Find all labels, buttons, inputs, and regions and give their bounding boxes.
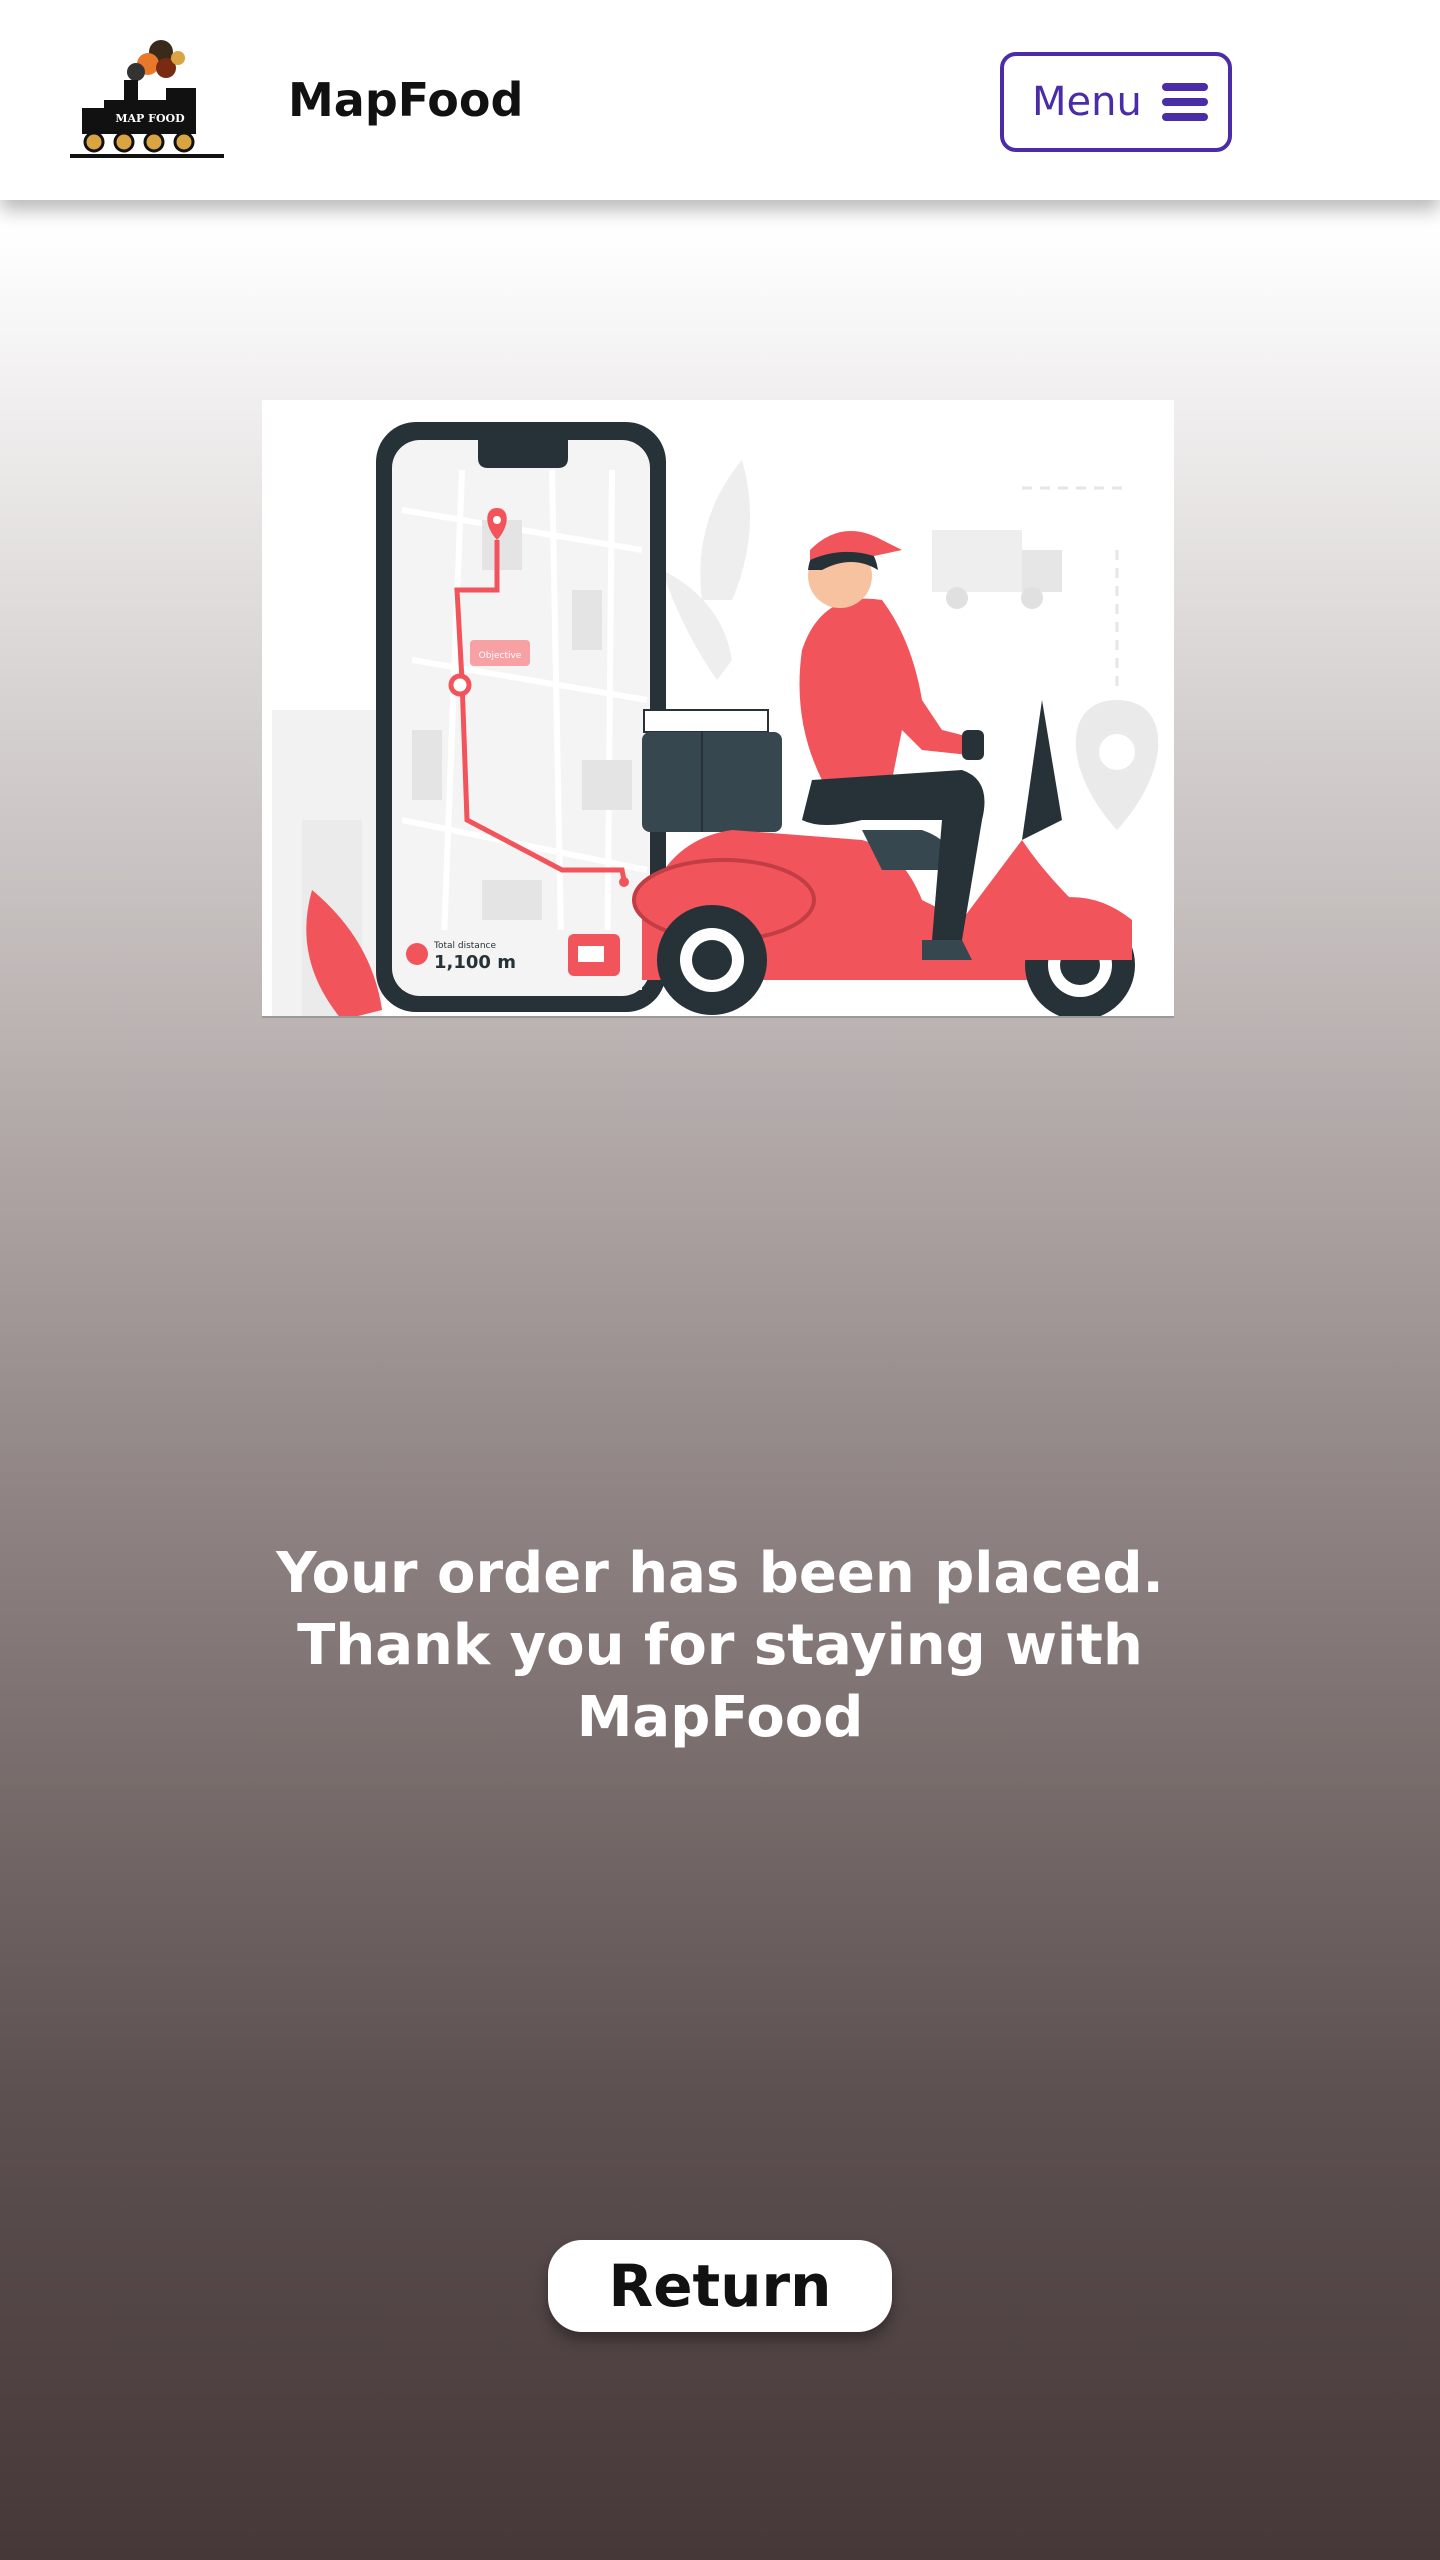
menu-button[interactable]: Menu [1000, 52, 1232, 152]
map-tooltip: Objective [479, 651, 522, 661]
delivery-scooter-illustration: Objective Total distance 1,100 m [262, 400, 1174, 1018]
train-logo-icon[interactable]: MAP FOOD [66, 38, 228, 162]
menu-label: Menu [1032, 79, 1142, 125]
order-confirmation-message: Your order has been placed. Thank you fo… [276, 1541, 1164, 1750]
return-button[interactable]: Return [548, 2240, 892, 2332]
hamburger-icon [1162, 81, 1208, 123]
brand-name[interactable]: MapFood [288, 70, 523, 130]
distance-label: Total distance [433, 941, 496, 951]
navbar: MAP FOOD MapFood Menu [0, 0, 1440, 200]
distance-value: 1,100 m [434, 952, 516, 973]
logo-text: MAP FOOD [115, 112, 185, 125]
